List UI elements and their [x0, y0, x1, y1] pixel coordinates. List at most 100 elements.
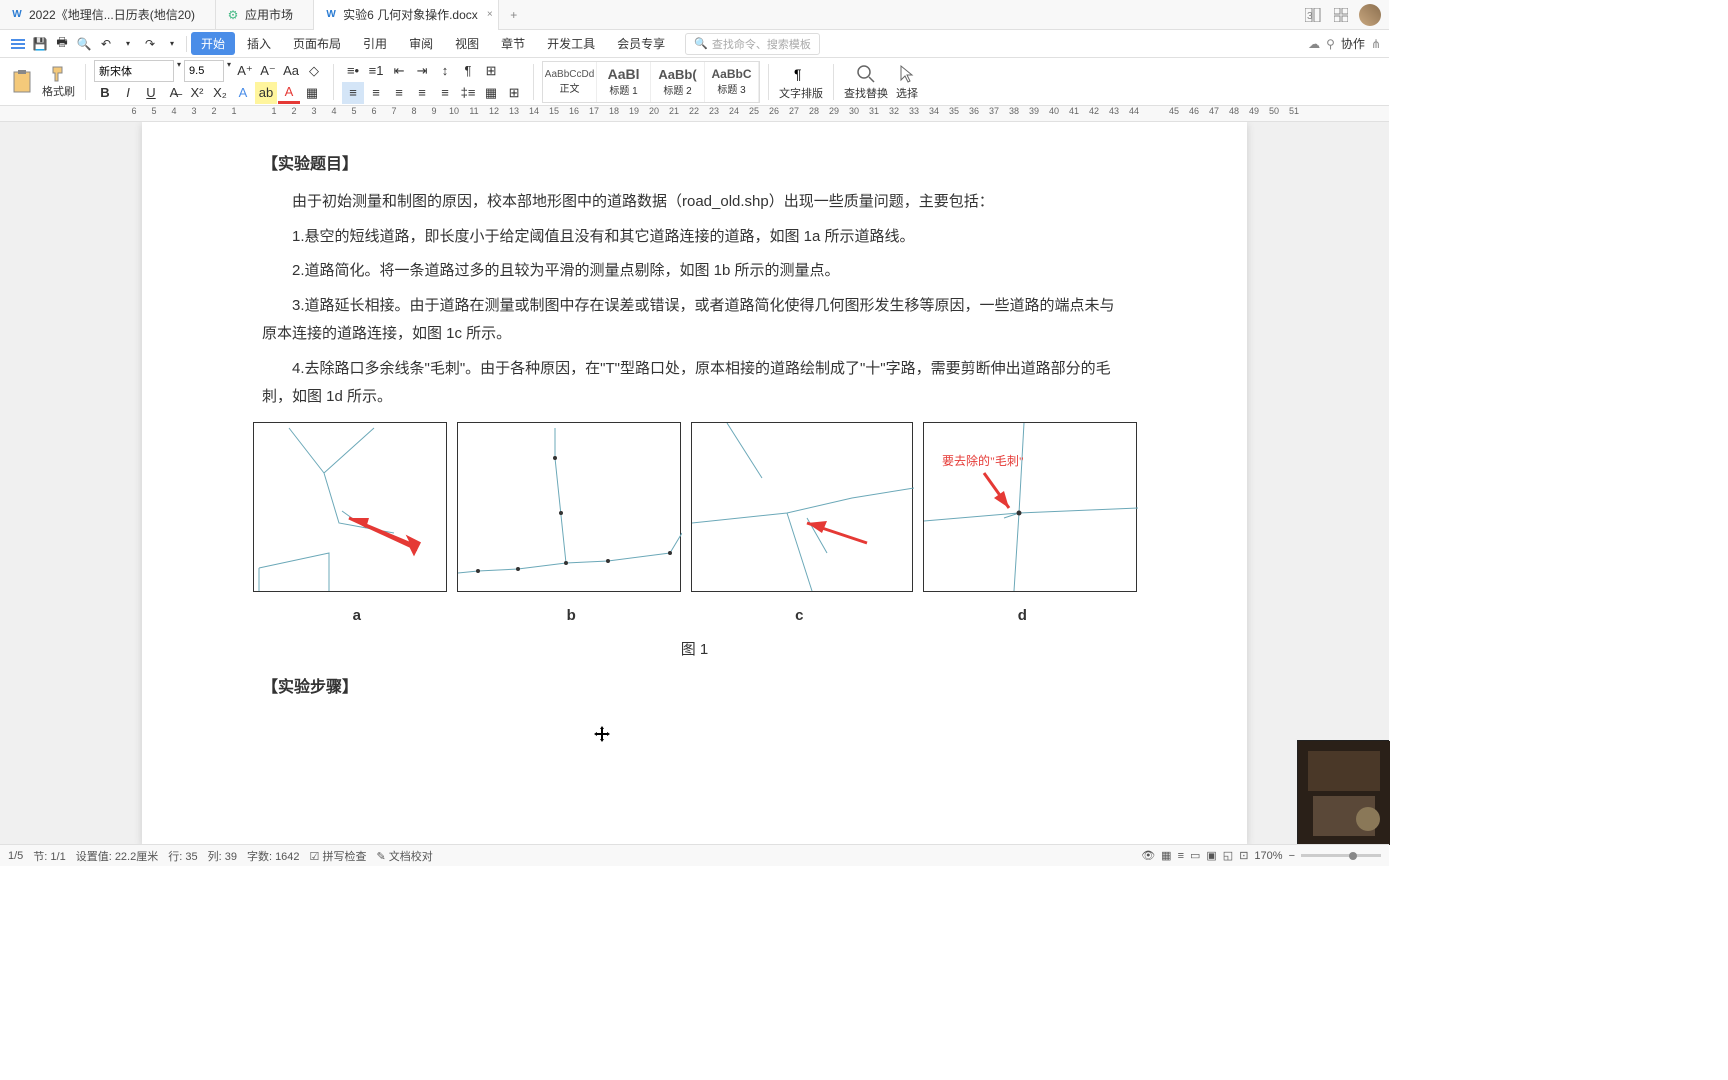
cloud-sync-icon[interactable]: ☁ [1308, 37, 1320, 51]
format-painter-button[interactable]: 格式刷 [40, 63, 77, 101]
status-page[interactable]: 1/5 [8, 850, 23, 862]
print-icon[interactable]: 🖶 [52, 34, 72, 54]
status-col[interactable]: 列: 39 [208, 848, 237, 864]
document-tab-3[interactable]: W 实验6 几何对象操作.docx × [314, 0, 499, 30]
redo-icon[interactable]: ↷ [140, 34, 160, 54]
brush-icon [50, 65, 68, 83]
tab-stops-icon[interactable]: ⊞ [480, 60, 502, 82]
text-effect-button[interactable]: A [232, 82, 254, 104]
strikethrough-button[interactable]: A̶ [163, 82, 185, 104]
align-left-icon[interactable]: ≡ [342, 82, 364, 104]
menu-icon[interactable] [8, 34, 28, 54]
status-row[interactable]: 行: 35 [168, 848, 197, 864]
document-viewport[interactable]: 【实验题目】 由于初始测量和制图的原因，校本部地形图中的道路数据（road_ol… [0, 122, 1389, 844]
decrease-indent-icon[interactable]: ⇤ [388, 60, 410, 82]
menu-tab-view[interactable]: 视图 [445, 32, 489, 55]
command-search[interactable]: 🔍 查找命令、搜索模板 [685, 33, 820, 55]
font-select[interactable] [94, 60, 174, 82]
document-tab-1[interactable]: W 2022《地理信...日历表(地信20) [0, 0, 216, 30]
decrease-font-icon[interactable]: A⁻ [257, 60, 279, 82]
collab-label[interactable]: 协作 [1341, 35, 1365, 52]
view-web-icon[interactable]: ▭ [1190, 849, 1200, 862]
justify-icon[interactable]: ≡ [411, 82, 433, 104]
layout-icon-2[interactable] [1331, 5, 1351, 25]
horizontal-ruler[interactable]: 6543211234567891011121314151617181920212… [0, 106, 1389, 122]
user-avatar[interactable] [1359, 4, 1381, 26]
italic-button[interactable]: I [117, 82, 139, 104]
undo-icon[interactable]: ↶ [96, 34, 116, 54]
style-heading3[interactable]: AaBbC标题 3 [705, 62, 759, 102]
ruler-tick: 33 [904, 106, 924, 116]
document-tab-2[interactable]: ⚙ 应用市场 [216, 0, 314, 30]
align-center-icon[interactable]: ≡ [365, 82, 387, 104]
close-tab-icon[interactable]: × [487, 9, 493, 20]
bold-button[interactable]: B [94, 82, 116, 104]
subscript-button[interactable]: X₂ [209, 82, 231, 104]
style-normal[interactable]: AaBbCcDd正文 [543, 62, 597, 102]
menu-tab-insert[interactable]: 插入 [237, 32, 281, 55]
menu-tab-dev[interactable]: 开发工具 [537, 32, 605, 55]
save-icon[interactable]: 💾 [30, 34, 50, 54]
zoom-level[interactable]: 170% [1254, 850, 1282, 862]
sort-icon[interactable]: ↕ [434, 60, 456, 82]
redo-down-icon[interactable]: ▾ [162, 34, 182, 54]
ruler-marks: 6543211234567891011121314151617181920212… [124, 106, 1304, 116]
increase-font-icon[interactable]: A⁺ [234, 60, 256, 82]
superscript-button[interactable]: X² [186, 82, 208, 104]
clear-format-icon[interactable]: ◇ [303, 60, 325, 82]
line-spacing-icon[interactable]: ‡≡ [457, 82, 479, 104]
show-marks-icon[interactable]: ¶ [457, 60, 479, 82]
menu-tab-layout[interactable]: 页面布局 [283, 32, 351, 55]
underline-button[interactable]: U [140, 82, 162, 104]
number-list-icon[interactable]: ≡1 [365, 60, 387, 82]
increase-indent-icon[interactable]: ⇥ [411, 60, 433, 82]
view-print-icon[interactable]: ▦ [1161, 849, 1171, 862]
status-words[interactable]: 字数: 1642 [247, 848, 300, 864]
bullet-list-icon[interactable]: ≡• [342, 60, 364, 82]
share-button-icon[interactable]: ⋔ [1371, 37, 1381, 51]
text-layout-button[interactable]: ¶ 文字排版 [777, 61, 825, 103]
find-replace-button[interactable]: 查找替换 [842, 61, 890, 103]
zoom-out-button[interactable]: − [1289, 850, 1295, 862]
style-heading1[interactable]: AaBl标题 1 [597, 62, 651, 102]
layout-icon-1[interactable]: 3 [1303, 5, 1323, 25]
align-right-icon[interactable]: ≡ [388, 82, 410, 104]
status-position[interactable]: 设置值: 22.2厘米 [76, 848, 159, 864]
char-shading-button[interactable]: ▦ [301, 82, 323, 104]
ruler-tick: 39 [1024, 106, 1044, 116]
share-icon[interactable]: ⚲ [1326, 37, 1335, 51]
change-case-icon[interactable]: Aa [280, 60, 302, 82]
figure-label-a: a [262, 602, 452, 631]
undo-down-icon[interactable]: ▾ [118, 34, 138, 54]
shading-icon[interactable]: ▦ [480, 82, 502, 104]
format-painter-label: 格式刷 [42, 83, 75, 99]
menu-tab-reference[interactable]: 引用 [353, 32, 397, 55]
zoom-fit-icon[interactable]: ⊡ [1239, 849, 1248, 862]
view-read-icon[interactable]: ▣ [1206, 849, 1216, 862]
status-section[interactable]: 节: 1/1 [33, 848, 65, 864]
style-gallery[interactable]: AaBbCcDd正文 AaBl标题 1 AaBb(标题 2 AaBbC标题 3 [542, 61, 760, 103]
menu-tab-start[interactable]: 开始 [191, 32, 235, 55]
ruler-tick: 3 [184, 106, 204, 116]
view-outline-icon[interactable]: ≡ [1178, 850, 1184, 862]
size-select[interactable] [184, 60, 224, 82]
style-heading2[interactable]: AaBb(标题 2 [651, 62, 705, 102]
zoom-thumb[interactable] [1349, 852, 1357, 860]
select-button[interactable]: 选择 [894, 61, 920, 103]
status-proof[interactable]: ✎ 文档校对 [376, 848, 432, 864]
view-focus-icon[interactable]: ◱ [1223, 849, 1233, 862]
menu-tab-review[interactable]: 审阅 [399, 32, 443, 55]
preview-icon[interactable]: 🔍 [74, 34, 94, 54]
font-color-button[interactable]: A [278, 82, 300, 104]
video-thumbnail[interactable] [1297, 740, 1389, 844]
zoom-slider[interactable] [1301, 854, 1381, 857]
status-spell[interactable]: ☑ 拼写检查 [310, 848, 367, 864]
paste-button[interactable] [8, 68, 36, 96]
border-icon[interactable]: ⊞ [503, 82, 525, 104]
highlight-button[interactable]: ab [255, 82, 277, 104]
add-tab-button[interactable]: + [499, 0, 529, 30]
menu-tab-member[interactable]: 会员专享 [607, 32, 675, 55]
eye-icon[interactable]: 👁 [1141, 849, 1155, 862]
menu-tab-section[interactable]: 章节 [491, 32, 535, 55]
distribute-icon[interactable]: ≡ [434, 82, 456, 104]
